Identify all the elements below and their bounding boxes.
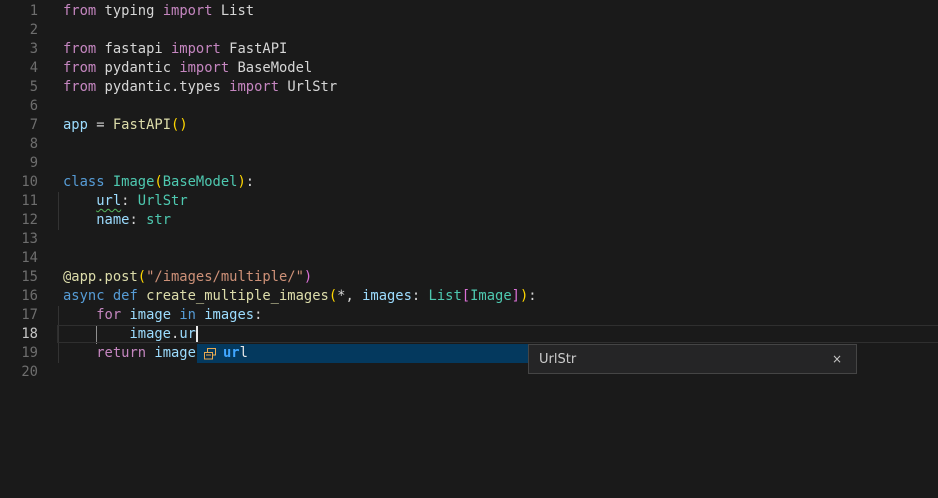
line-number: 18 [0,325,38,344]
line-number: 11 [0,192,38,211]
line-number: 13 [0,230,38,249]
code-line-text: url: UrlStr [63,192,188,211]
line-number: 5 [0,78,38,97]
line-number: 8 [0,135,38,154]
code-line-text: app = FastAPI() [63,116,188,135]
field-icon [203,347,217,361]
line-number: 7 [0,116,38,135]
code-editor[interactable]: 1 from typing import List 23 from fastapi i… [0,0,938,498]
line-number: 3 [0,40,38,59]
code-line[interactable]: 17 for image in images: [0,306,938,325]
line-number: 2 [0,21,38,40]
active-indent-guide [96,325,97,344]
code-line-text: name: str [63,211,171,230]
suggest-item-label: url [223,344,248,363]
line-number: 20 [0,363,38,382]
line-number: 9 [0,154,38,173]
code-line-text: async def create_multiple_images(*, imag… [63,287,537,306]
code-line[interactable]: 7 app = FastAPI() [0,116,938,135]
code-line[interactable]: 4 from pydantic import BaseModel [0,59,938,78]
suggest-item-url[interactable]: url [197,344,528,363]
line-number: 19 [0,344,38,363]
code-line-text: from typing import List [63,2,254,21]
text-cursor [196,326,198,342]
code-line[interactable]: 6 [0,97,938,116]
line-number: 14 [0,249,38,268]
indent-guide [58,306,59,363]
line-number: 4 [0,59,38,78]
line-number: 15 [0,268,38,287]
code-line[interactable]: 2 [0,21,938,40]
code-line[interactable]: 11 url: UrlStr [0,192,938,211]
code-line-text: return image [63,344,196,363]
code-line-text: from fastapi import FastAPI [63,40,287,59]
suggest-match-text: ur [223,345,240,361]
code-line[interactable]: 3 from fastapi import FastAPI [0,40,938,59]
code-line[interactable]: 8 [0,135,938,154]
line-number: 1 [0,2,38,21]
line-number: 12 [0,211,38,230]
code-line-text: from pydantic import BaseModel [63,59,312,78]
indent-guide [58,192,59,230]
suggest-details-pane: UrlStr × [528,344,857,374]
code-line[interactable]: 1 from typing import List [0,2,938,21]
suggest-detail-text: UrlStr [539,352,828,367]
code-line[interactable]: 5 from pydantic.types import UrlStr [0,78,938,97]
code-line[interactable]: 15 @app.post("/images/multiple/") [0,268,938,287]
code-line[interactable]: 12 name: str [0,211,938,230]
code-line[interactable]: 14 [0,249,938,268]
suggest-rest-text: l [240,345,248,361]
code-line-text: from pydantic.types import UrlStr [63,78,337,97]
code-line-text: class Image(BaseModel): [63,173,254,192]
code-line[interactable]: 16 async def create_multiple_images(*, im… [0,287,938,306]
code-line-text: image.ur [63,325,196,344]
code-line[interactable]: 10 class Image(BaseModel): [0,173,938,192]
code-line[interactable]: 9 [0,154,938,173]
line-number: 6 [0,97,38,116]
code-line[interactable]: 18 image.ur [0,325,938,344]
code-line-text: @app.post("/images/multiple/") [63,268,312,287]
code-line[interactable]: 13 [0,230,938,249]
line-number: 10 [0,173,38,192]
line-number: 16 [0,287,38,306]
code-line-text: for image in images: [63,306,262,325]
close-icon[interactable]: × [828,350,846,368]
line-number: 17 [0,306,38,325]
